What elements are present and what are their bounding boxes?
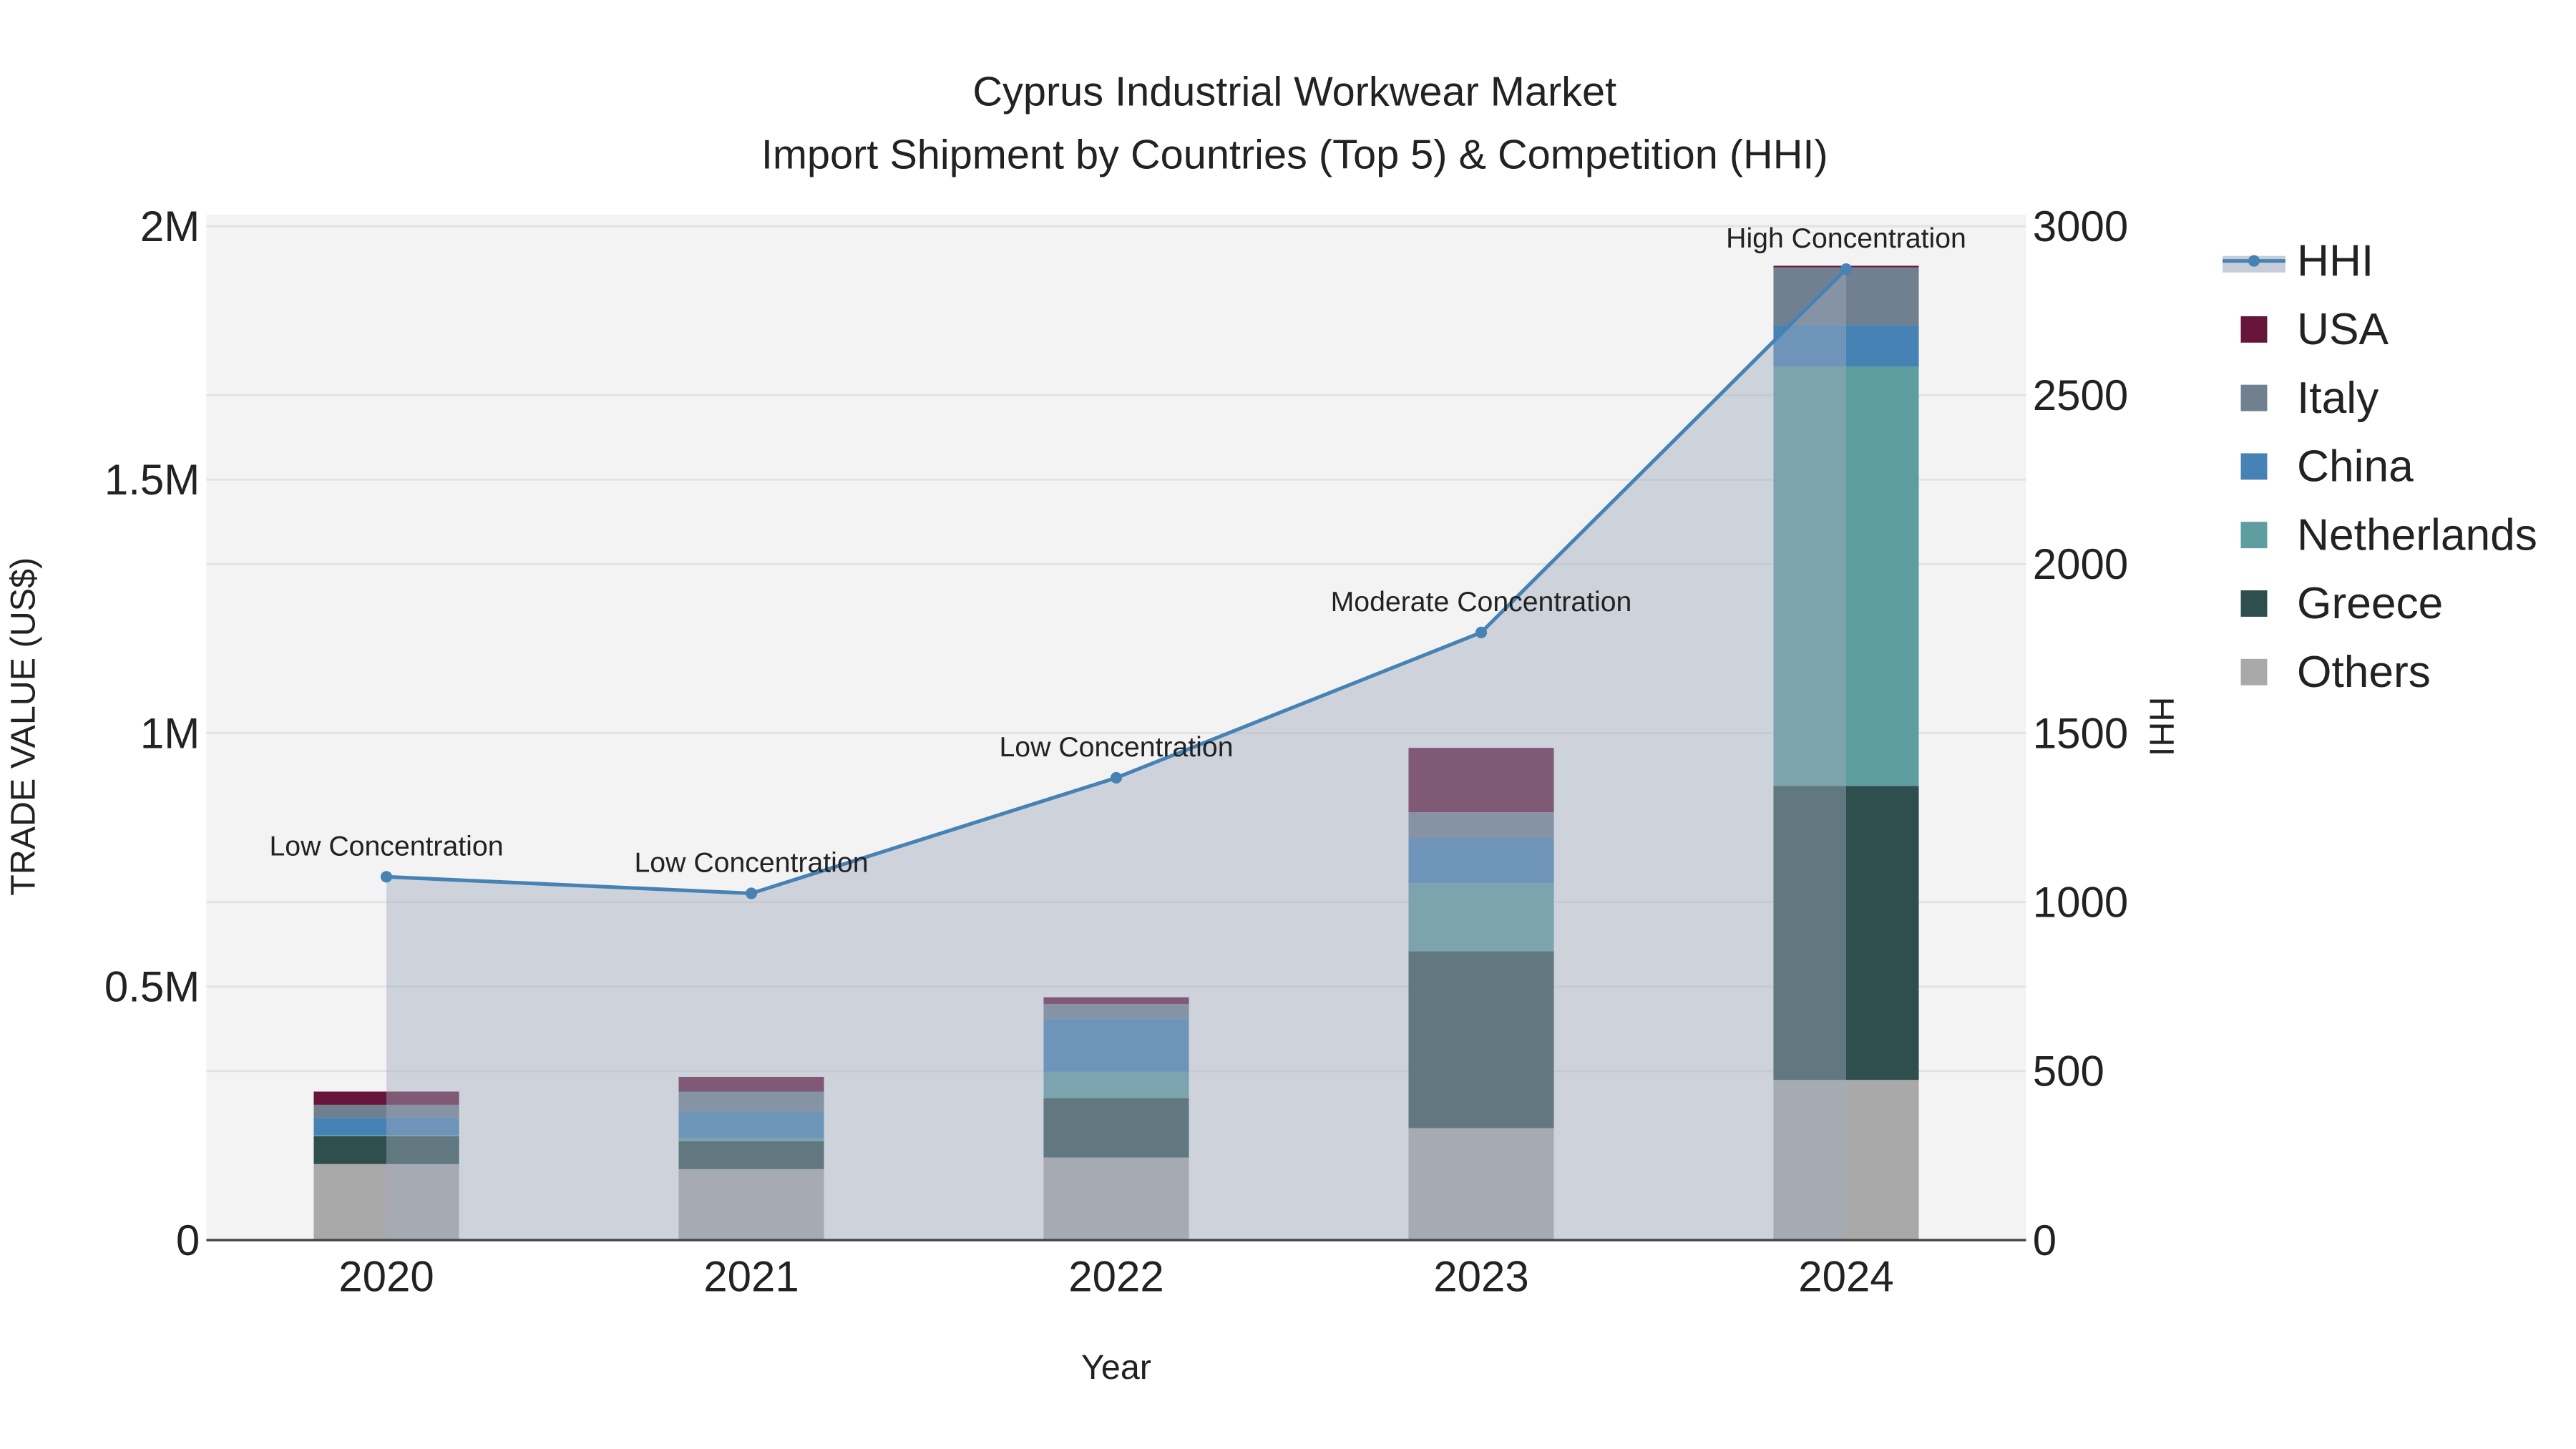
y-tick-label: 0.5M bbox=[104, 963, 200, 1011]
y-tick-label: 1M bbox=[140, 709, 200, 757]
chart-subtitle: Import Shipment by Countries (Top 5) & C… bbox=[761, 132, 1828, 177]
legend-label: Greece bbox=[2297, 579, 2443, 628]
chart-title: Cyprus Industrial Workwear Market bbox=[972, 69, 1616, 115]
legend-label: Netherlands bbox=[2297, 510, 2537, 560]
x-tick-label: 2024 bbox=[1798, 1253, 1893, 1301]
y2-tick-label: 1000 bbox=[2033, 879, 2128, 927]
legend-label: HHI bbox=[2297, 236, 2373, 286]
legend-swatch-china bbox=[2240, 453, 2268, 480]
y-tick-label: 1.5M bbox=[104, 456, 200, 504]
legend: HHI USA Italy China Netherlands Greece Others bbox=[2223, 236, 2537, 697]
legend-label: China bbox=[2297, 442, 2414, 492]
hhi-point-2021 bbox=[745, 887, 758, 899]
hhi-point-2022 bbox=[1110, 771, 1123, 784]
y-tick-label: 0 bbox=[176, 1216, 200, 1264]
x-tick-label: 2022 bbox=[1068, 1253, 1163, 1301]
chart: Cyprus Industrial Workwear Market Import… bbox=[4, 69, 2537, 1387]
x-tick-label: 2023 bbox=[1433, 1253, 1528, 1301]
y-tick-label: 2M bbox=[140, 203, 200, 250]
y2-tick-label: 2500 bbox=[2033, 371, 2128, 419]
legend-swatch-italy bbox=[2240, 384, 2268, 411]
x-tick-label: 2021 bbox=[703, 1253, 799, 1301]
legend-label: Others bbox=[2297, 648, 2431, 697]
x-axis-label: Year bbox=[1081, 1348, 1151, 1387]
y2-axis-label: HHI bbox=[2142, 697, 2181, 756]
hhi-point-2023 bbox=[1475, 626, 1488, 638]
hhi-annotation: Moderate Concentration bbox=[1331, 586, 1632, 618]
y2-tick-label: 0 bbox=[2033, 1216, 2057, 1264]
legend-swatch-others bbox=[2240, 658, 2268, 686]
legend-swatch-usa bbox=[2240, 316, 2268, 343]
x-tick-label: 2020 bbox=[338, 1253, 434, 1301]
hhi-annotation: Low Concentration bbox=[999, 731, 1233, 763]
y2-tick-label: 3000 bbox=[2033, 203, 2128, 250]
hhi-annotation: High Concentration bbox=[1726, 223, 1966, 254]
hhi-annotation: Low Concentration bbox=[269, 830, 503, 862]
hhi-point-2020 bbox=[380, 871, 393, 883]
y2-tick-label: 2000 bbox=[2033, 540, 2128, 588]
hhi-annotation: Low Concentration bbox=[634, 847, 868, 878]
y2-tick-label: 500 bbox=[2033, 1048, 2104, 1096]
legend-label: Italy bbox=[2297, 374, 2379, 423]
y-axis-label: TRADE VALUE (US$) bbox=[4, 557, 42, 896]
legend-hhi-marker bbox=[2248, 255, 2260, 267]
y2-tick-label: 1500 bbox=[2033, 709, 2128, 757]
legend-swatch-greece bbox=[2240, 590, 2268, 617]
hhi-point-2024 bbox=[1840, 263, 1853, 275]
legend-swatch-netherlands bbox=[2240, 522, 2268, 549]
legend-label: USA bbox=[2297, 305, 2389, 354]
